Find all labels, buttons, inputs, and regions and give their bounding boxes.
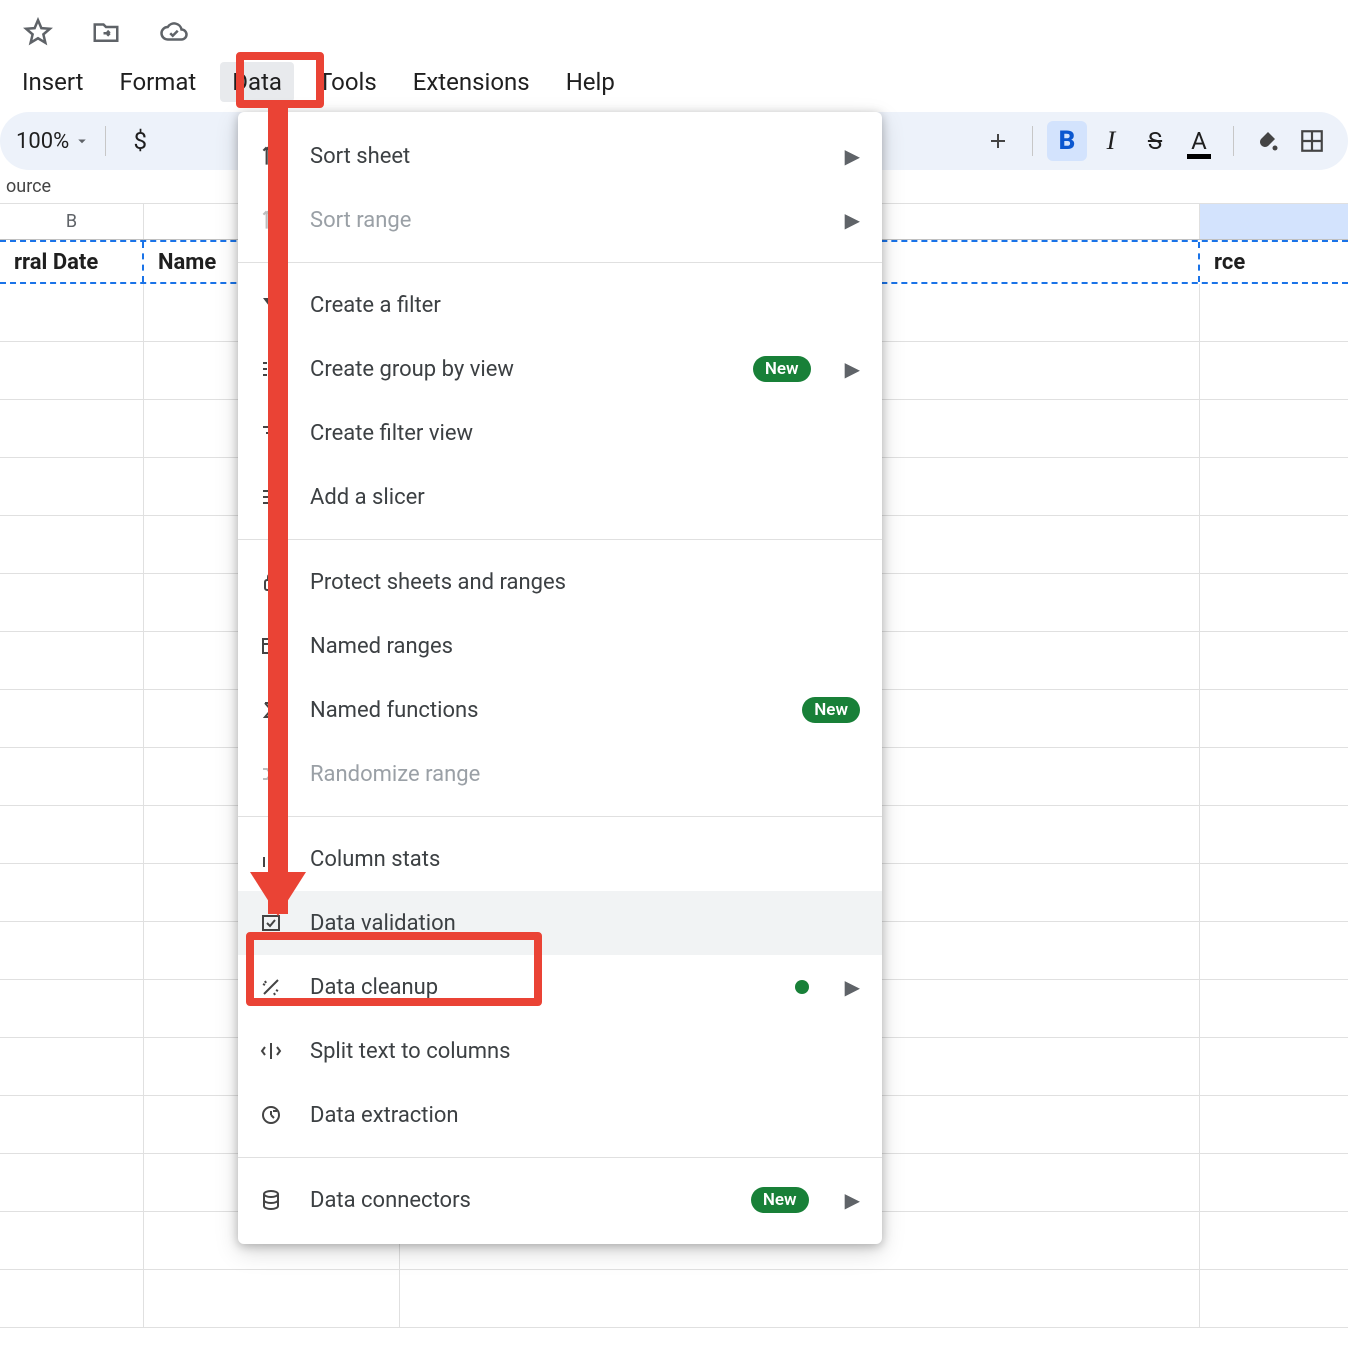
menu-data-connectors-label: Data connectors <box>310 1188 727 1213</box>
col-head-selected[interactable] <box>1200 204 1348 239</box>
menu-extensions[interactable]: Extensions <box>401 62 542 102</box>
menu-create-filter-view[interactable]: Create filter view <box>238 401 882 465</box>
menu-divider <box>238 816 882 817</box>
font-color-bar <box>1187 154 1211 159</box>
menu-sort-range-label: Sort range <box>310 208 821 233</box>
shuffle-icon <box>256 759 286 789</box>
menu-insert[interactable]: Insert <box>10 62 95 102</box>
submenu-arrow-icon: ▶ <box>845 208 860 232</box>
menu-named-functions[interactable]: Named functions New <box>238 678 882 742</box>
new-badge: New <box>753 356 811 382</box>
data-validation-icon <box>256 908 286 938</box>
column-stats-icon <box>256 844 286 874</box>
database-icon <box>256 1185 286 1215</box>
menu-data-validation[interactable]: Data validation <box>238 891 882 955</box>
menu-column-stats[interactable]: Column stats <box>238 827 882 891</box>
menu-add-slicer-label: Add a slicer <box>310 485 860 510</box>
named-ranges-icon <box>256 631 286 661</box>
menu-data-extraction[interactable]: Data extraction <box>238 1083 882 1147</box>
new-badge: New <box>802 697 860 723</box>
menu-protect-label: Protect sheets and ranges <box>310 570 860 595</box>
bold-button[interactable]: B <box>1047 121 1087 161</box>
menu-split-text-label: Split text to columns <box>310 1039 860 1064</box>
move-to-folder-icon[interactable] <box>86 12 126 52</box>
italic-button[interactable]: I <box>1091 121 1131 161</box>
borders-button[interactable] <box>1292 121 1332 161</box>
menu-randomize-range: Randomize range <box>238 742 882 806</box>
menu-named-functions-label: Named functions <box>310 698 778 723</box>
group-view-icon <box>256 354 286 384</box>
star-icon[interactable] <box>18 12 58 52</box>
menu-sort-sheet[interactable]: Sort sheet ▶ <box>238 124 882 188</box>
menu-named-ranges-label: Named ranges <box>310 634 860 659</box>
submenu-arrow-icon: ▶ <box>845 144 860 168</box>
menu-divider <box>238 262 882 263</box>
menu-data-extraction-label: Data extraction <box>310 1103 860 1128</box>
menubar: Insert Format Data Tools Extensions Help <box>0 58 1348 106</box>
filter-view-icon <box>256 418 286 448</box>
menu-randomize-range-label: Randomize range <box>310 762 860 787</box>
menu-data-cleanup-label: Data cleanup <box>310 975 771 1000</box>
status-dot <box>795 980 809 994</box>
cloud-status-icon[interactable] <box>154 12 194 52</box>
menu-create-filter-view-label: Create filter view <box>310 421 860 446</box>
menu-create-group-view[interactable]: Create group by view New ▶ <box>238 337 882 401</box>
strikethrough-button[interactable]: S <box>1135 121 1175 161</box>
menu-divider <box>238 539 882 540</box>
menu-help[interactable]: Help <box>554 62 627 102</box>
submenu-arrow-icon: ▶ <box>845 1188 860 1212</box>
menu-data-connectors[interactable]: Data connectors New ▶ <box>238 1168 882 1232</box>
field-head-referral-date[interactable]: rral Date <box>0 242 144 282</box>
menu-protect[interactable]: Protect sheets and ranges <box>238 550 882 614</box>
menu-data[interactable]: Data <box>220 62 294 102</box>
extract-icon <box>256 1100 286 1130</box>
sort-range-icon <box>256 205 286 235</box>
insert-plus-button[interactable] <box>978 121 1018 161</box>
menu-add-slicer[interactable]: Add a slicer <box>238 465 882 529</box>
new-badge: New <box>751 1187 809 1213</box>
data-menu-dropdown: Sort sheet ▶ Sort range ▶ Create a filte… <box>238 112 882 1244</box>
lock-icon <box>256 567 286 597</box>
zoom-dropdown[interactable]: 100% <box>16 121 91 161</box>
menu-tools[interactable]: Tools <box>306 62 389 102</box>
slicer-icon <box>256 482 286 512</box>
menu-create-filter[interactable]: Create a filter <box>238 273 882 337</box>
menu-split-text[interactable]: Split text to columns <box>238 1019 882 1083</box>
font-color-letter: A <box>1191 127 1207 155</box>
menu-data-cleanup[interactable]: Data cleanup ▶ <box>238 955 882 1019</box>
submenu-arrow-icon: ▶ <box>845 975 860 999</box>
format-currency-button[interactable]: $ <box>120 121 160 161</box>
zoom-value: 100% <box>16 129 73 154</box>
sigma-icon <box>256 695 286 725</box>
font-color-button[interactable]: A <box>1179 121 1219 161</box>
magic-wand-icon <box>256 972 286 1002</box>
menu-sort-sheet-label: Sort sheet <box>310 144 821 169</box>
menu-data-validation-label: Data validation <box>310 911 860 936</box>
split-icon <box>256 1036 286 1066</box>
menu-sort-range: Sort range ▶ <box>238 188 882 252</box>
submenu-arrow-icon: ▶ <box>845 357 860 381</box>
menu-divider <box>238 1157 882 1158</box>
menu-create-group-view-label: Create group by view <box>310 357 729 382</box>
menu-create-filter-label: Create a filter <box>310 293 860 318</box>
field-head-source-selected[interactable]: rce <box>1200 242 1348 282</box>
col-head-b[interactable]: B <box>0 204 144 239</box>
menu-named-ranges[interactable]: Named ranges <box>238 614 882 678</box>
formula-bar-cell-content: ource <box>6 176 51 197</box>
menu-format[interactable]: Format <box>107 62 208 102</box>
filter-icon <box>256 290 286 320</box>
field-head-source-text: rce <box>1214 250 1245 275</box>
fill-color-button[interactable] <box>1248 121 1288 161</box>
menu-column-stats-label: Column stats <box>310 847 860 872</box>
sort-sheet-icon <box>256 141 286 171</box>
